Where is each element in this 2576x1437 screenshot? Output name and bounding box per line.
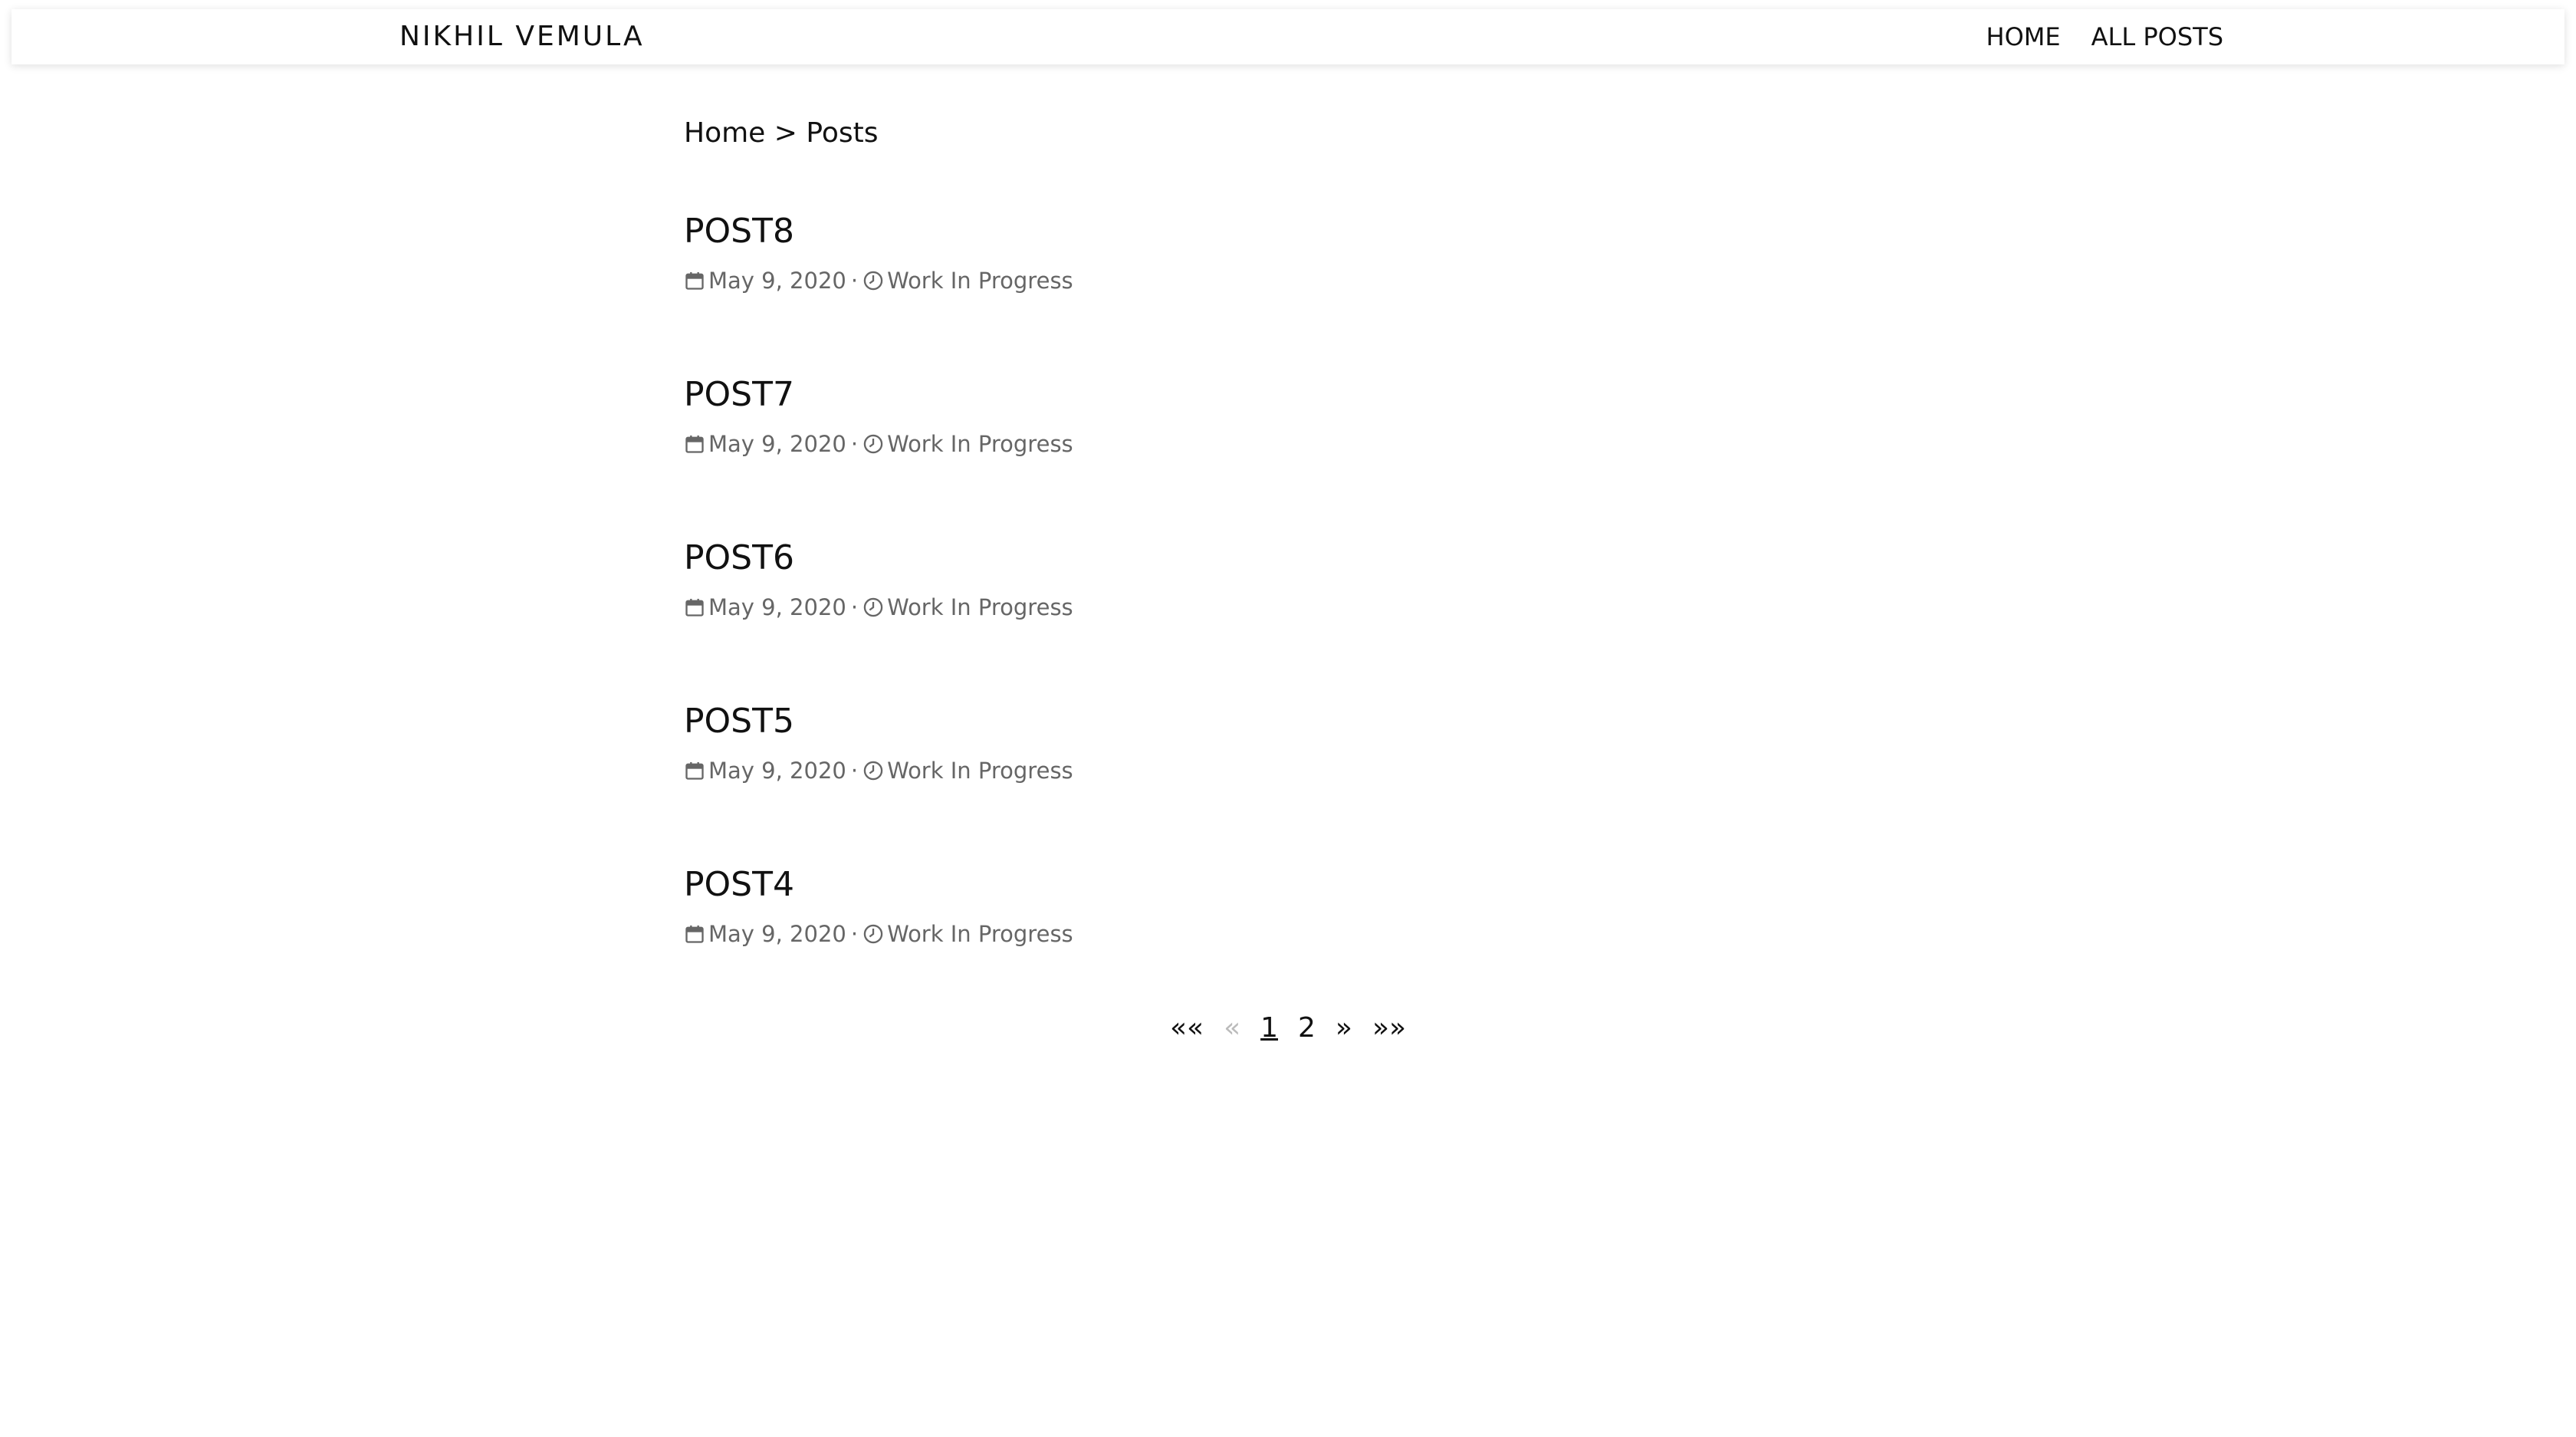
clock-icon [863, 760, 884, 781]
post-meta: May 9, 2020 · Work In Progress [684, 429, 1895, 459]
post-item: POST4 May 9, 2020 · Work In Progress [684, 863, 1895, 1027]
pagination-page-2[interactable]: 2 [1298, 1012, 1316, 1044]
nav-link-home[interactable]: HOME [1986, 22, 2061, 51]
post-reading-time: Work In Progress [887, 921, 1073, 947]
post-date: May 9, 2020 [708, 921, 846, 947]
main-content: Home > Posts POST8 May 9, 2020 · Work In… [684, 107, 1895, 1027]
pagination-first-button[interactable]: «« [1170, 1012, 1204, 1044]
clock-icon [863, 433, 884, 455]
post-title-link[interactable]: POST5 [684, 700, 1895, 743]
post-item: POST7 May 9, 2020 · Work In Progress [684, 373, 1895, 537]
calendar-icon [684, 760, 705, 781]
pagination-next-button[interactable]: » [1336, 1012, 1352, 1044]
pagination-page-1[interactable]: 1 [1260, 1012, 1278, 1044]
top-navbar: NIKHIL VEMULA HOME ALL POSTS [12, 9, 2564, 64]
post-list: POST8 May 9, 2020 · Work In Progress POS… [684, 210, 1895, 1027]
pagination: «« « 1 2 » »» [0, 1012, 2576, 1044]
clock-icon [863, 597, 884, 618]
pagination-prev-button: « [1224, 1012, 1241, 1044]
post-title-link[interactable]: POST6 [684, 537, 1895, 580]
post-title-link[interactable]: POST8 [684, 210, 1895, 253]
calendar-icon [684, 270, 705, 291]
breadcrumb-home-link[interactable]: Home [684, 117, 765, 149]
post-meta: May 9, 2020 · Work In Progress [684, 919, 1895, 949]
post-meta: May 9, 2020 · Work In Progress [684, 265, 1895, 296]
post-meta: May 9, 2020 · Work In Progress [684, 592, 1895, 623]
nav-links: HOME ALL POSTS [1986, 9, 2223, 64]
breadcrumb: Home > Posts [684, 107, 1895, 159]
clock-icon [863, 270, 884, 291]
post-item: POST5 May 9, 2020 · Work In Progress [684, 700, 1895, 863]
nav-link-all-posts[interactable]: ALL POSTS [2091, 22, 2223, 51]
clock-icon [863, 923, 884, 945]
pagination-last-button[interactable]: »» [1372, 1012, 1406, 1044]
post-date: May 9, 2020 [708, 594, 846, 620]
post-date: May 9, 2020 [708, 268, 846, 294]
meta-separator: · [850, 268, 859, 294]
calendar-icon [684, 597, 705, 618]
site-brand-link[interactable]: NIKHIL VEMULA [399, 9, 645, 64]
post-date: May 9, 2020 [708, 758, 846, 784]
post-reading-time: Work In Progress [887, 758, 1073, 784]
post-item: POST6 May 9, 2020 · Work In Progress [684, 537, 1895, 700]
post-reading-time: Work In Progress [887, 431, 1073, 457]
meta-separator: · [850, 431, 859, 457]
post-date: May 9, 2020 [708, 431, 846, 457]
calendar-icon [684, 923, 705, 945]
breadcrumb-separator: > [774, 117, 797, 149]
post-title-link[interactable]: POST4 [684, 863, 1895, 906]
post-item: POST8 May 9, 2020 · Work In Progress [684, 210, 1895, 373]
post-reading-time: Work In Progress [887, 268, 1073, 294]
post-reading-time: Work In Progress [887, 594, 1073, 620]
post-meta: May 9, 2020 · Work In Progress [684, 755, 1895, 786]
meta-separator: · [850, 758, 859, 784]
meta-separator: · [850, 921, 859, 947]
breadcrumb-current: Posts [806, 117, 879, 149]
meta-separator: · [850, 594, 859, 620]
post-title-link[interactable]: POST7 [684, 373, 1895, 416]
calendar-icon [684, 433, 705, 455]
